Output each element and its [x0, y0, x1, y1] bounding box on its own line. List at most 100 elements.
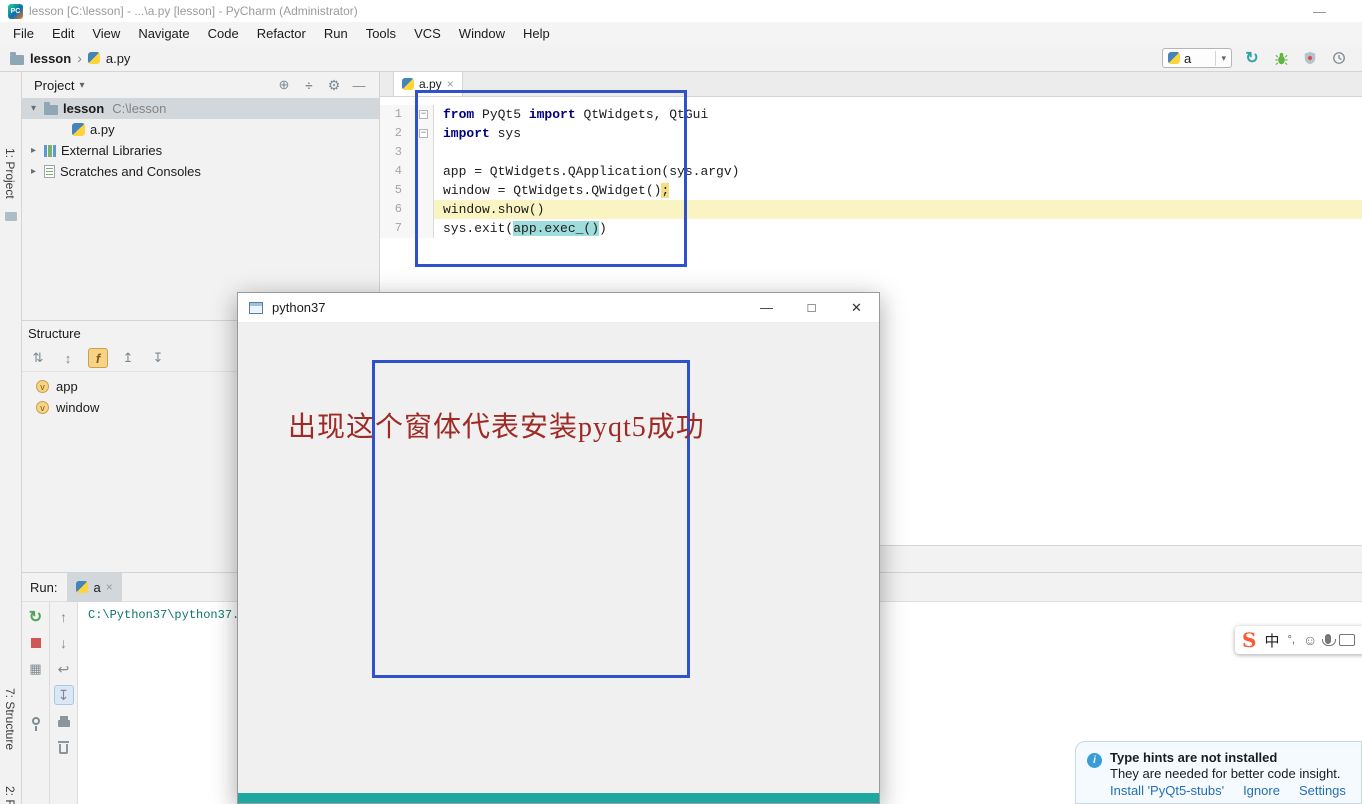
- pyqt-title-bar[interactable]: python37 — □ ✕: [238, 293, 879, 323]
- menu-run[interactable]: Run: [315, 22, 357, 45]
- code-line-1[interactable]: 1 from PyQt5 import QtWidgets, QtGui: [380, 105, 1362, 124]
- chevron-down-icon[interactable]: [28, 103, 39, 114]
- code-area[interactable]: 1 from PyQt5 import QtWidgets, QtGui 2 i…: [380, 97, 1362, 238]
- project-root-label: lesson: [63, 101, 104, 116]
- collapse-all-icon[interactable]: [299, 78, 319, 93]
- down-stack-trace-icon[interactable]: [54, 633, 74, 653]
- sort-by-visibility-icon[interactable]: [58, 348, 78, 368]
- run-tab-a[interactable]: a ×: [67, 573, 121, 602]
- collapse-all-icon[interactable]: [148, 348, 168, 368]
- profiler-button[interactable]: [1330, 49, 1348, 67]
- gutter: 3: [380, 143, 434, 162]
- install-stubs-link[interactable]: Install 'PyQt5-stubs': [1110, 783, 1224, 798]
- structure-item-label: app: [56, 379, 78, 394]
- tree-row-external-libraries[interactable]: External Libraries: [22, 140, 379, 161]
- project-panel-title[interactable]: Project: [34, 78, 74, 93]
- menu-vcs[interactable]: VCS: [405, 22, 450, 45]
- code-text: window = QtWidgets.QWidget();: [434, 181, 1362, 200]
- stripe-structure-button[interactable]: 7: Structure: [3, 688, 17, 750]
- menu-view[interactable]: View: [83, 22, 129, 45]
- menu-code[interactable]: Code: [199, 22, 248, 45]
- fold-marker-icon[interactable]: [419, 129, 428, 138]
- chevron-down-icon[interactable]: [79, 80, 84, 91]
- title-bar: PC lesson [C:\lesson] - ...\a.py [lesson…: [0, 0, 1362, 22]
- pin-shape: [32, 717, 40, 725]
- chevron-right-icon[interactable]: [28, 145, 39, 156]
- python-file-icon: [72, 123, 85, 136]
- line-number: 2: [380, 124, 402, 143]
- bug-icon: [1274, 51, 1289, 66]
- breadcrumb-project[interactable]: lesson: [30, 51, 71, 66]
- tool-window-stripe: 1: Project 7: Structure 2: Favorites: [0, 72, 22, 804]
- stripe-favorites-button[interactable]: 2: Favorites: [3, 786, 17, 804]
- menu-tools[interactable]: Tools: [357, 22, 405, 45]
- stop-icon[interactable]: [26, 633, 46, 653]
- libraries-icon: [44, 145, 56, 157]
- stripe-folder-icon[interactable]: [5, 212, 17, 221]
- ime-punctuation-icon[interactable]: °,: [1287, 634, 1294, 646]
- stripe-project-button[interactable]: 1: Project: [3, 148, 17, 199]
- code-line-5[interactable]: 5 window = QtWidgets.QWidget();: [380, 181, 1362, 200]
- coverage-shield-icon: [1303, 51, 1317, 65]
- tree-row-project-root[interactable]: lesson C:\lesson: [22, 98, 379, 119]
- menu-window[interactable]: Window: [450, 22, 514, 45]
- scratches-label: Scratches and Consoles: [60, 164, 201, 179]
- sogou-logo-icon[interactable]: S: [1242, 630, 1256, 650]
- tree-row-scratches[interactable]: Scratches and Consoles: [22, 161, 379, 182]
- menu-help[interactable]: Help: [514, 22, 559, 45]
- notification-actions: Install 'PyQt5-stubs' Ignore Settings: [1110, 783, 1351, 798]
- menu-file[interactable]: File: [4, 22, 43, 45]
- settings-link[interactable]: Settings: [1299, 783, 1346, 798]
- up-stack-trace-icon[interactable]: [54, 607, 74, 627]
- show-fields-toggle[interactable]: f: [88, 348, 108, 368]
- tree-row-file-apy[interactable]: a.py: [22, 119, 379, 140]
- pycharm-main-window: PC lesson [C:\lesson] - ...\a.py [lesson…: [0, 0, 1362, 804]
- minimize-window-button[interactable]: —: [1313, 4, 1326, 19]
- keyboard-icon[interactable]: [1339, 634, 1355, 646]
- run-configuration-select[interactable]: a ▾: [1162, 48, 1232, 68]
- print-icon[interactable]: [54, 711, 74, 731]
- editor-tab-apy[interactable]: a.py ×: [393, 71, 463, 96]
- pyqt-window-icon: [249, 302, 263, 314]
- pin-tab-icon[interactable]: [26, 711, 46, 731]
- emoji-icon[interactable]: [1303, 632, 1317, 648]
- minimize-button[interactable]: —: [744, 293, 789, 322]
- breadcrumb-file[interactable]: a.py: [106, 51, 131, 66]
- chevron-down-icon[interactable]: ▾: [1215, 51, 1231, 66]
- run-with-coverage-button[interactable]: [1301, 49, 1319, 67]
- soft-wrap-icon[interactable]: [54, 659, 74, 679]
- ime-language-mode[interactable]: 中: [1264, 630, 1279, 651]
- code-line-4[interactable]: 4 app = QtWidgets.QApplication(sys.argv): [380, 162, 1362, 181]
- ignore-link[interactable]: Ignore: [1243, 783, 1280, 798]
- menu-edit[interactable]: Edit: [43, 22, 83, 45]
- locate-file-icon[interactable]: [274, 77, 294, 93]
- microphone-icon[interactable]: [1325, 634, 1331, 644]
- close-tab-icon[interactable]: ×: [106, 580, 113, 594]
- chevron-right-icon[interactable]: [28, 166, 39, 177]
- code-line-7[interactable]: 7 sys.exit(app.exec_()): [380, 219, 1362, 238]
- menu-navigate[interactable]: Navigate: [129, 22, 198, 45]
- sort-alphabetically-icon[interactable]: [28, 348, 48, 368]
- rerun-button[interactable]: [1243, 49, 1261, 67]
- breadcrumb-separator-icon: [77, 50, 82, 66]
- hide-panel-icon[interactable]: [349, 78, 369, 93]
- gear-icon[interactable]: [324, 77, 344, 94]
- close-button[interactable]: ✕: [834, 293, 879, 322]
- close-tab-icon[interactable]: ×: [447, 77, 454, 91]
- code-line-3[interactable]: 3: [380, 143, 1362, 162]
- fold-marker-icon[interactable]: [419, 110, 428, 119]
- code-line-2[interactable]: 2 import sys: [380, 124, 1362, 143]
- menu-refactor[interactable]: Refactor: [248, 22, 315, 45]
- run-actions-toolbar: [22, 602, 50, 804]
- maximize-button[interactable]: □: [789, 293, 834, 322]
- editor-tab-bar: a.py ×: [380, 72, 1362, 97]
- scroll-to-end-icon[interactable]: [54, 685, 74, 705]
- console-command-line: C:\Python37\python37.exe: [88, 608, 261, 622]
- debug-button[interactable]: [1272, 49, 1290, 67]
- restore-layout-icon[interactable]: [26, 659, 46, 679]
- rerun-icon[interactable]: [26, 607, 46, 627]
- clear-all-icon[interactable]: [54, 737, 74, 757]
- code-line-6[interactable]: 6 window.show(): [380, 200, 1362, 219]
- pyqt-window: python37 — □ ✕ 出现这个窗体代表安装pyqt5成功: [237, 292, 880, 804]
- expand-all-icon[interactable]: [118, 348, 138, 368]
